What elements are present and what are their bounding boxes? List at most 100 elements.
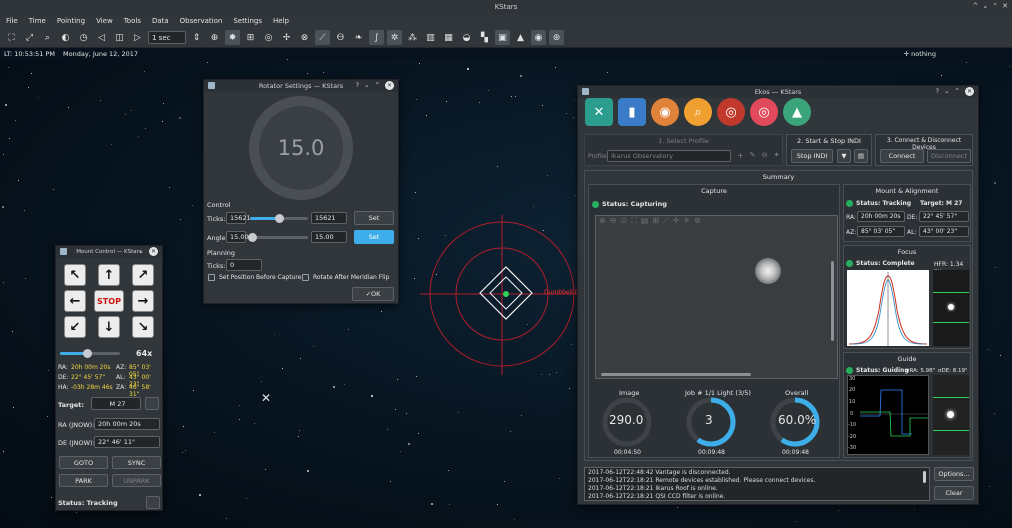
maximize-icon[interactable]: ⌃: [375, 81, 380, 90]
zoom-default-icon[interactable]: ⊙: [620, 216, 627, 228]
ground-icon[interactable]: ⁂: [405, 30, 420, 45]
move-w-button[interactable]: ←: [64, 290, 86, 312]
time-back-icon[interactable]: ◁: [94, 30, 109, 45]
stop-indi-button[interactable]: Stop INDI: [791, 149, 833, 163]
set-before-capture-checkbox[interactable]: [208, 274, 215, 281]
zoom-out-icon[interactable]: ⊖: [610, 216, 617, 228]
setup-tab-icon[interactable]: ✕: [585, 98, 613, 126]
ok-button[interactable]: ✓ OK: [352, 287, 394, 301]
minimize-icon[interactable]: ⌄: [139, 247, 144, 256]
focus-tab-icon[interactable]: ⌕: [684, 98, 712, 126]
image-scrollbar-v[interactable]: [831, 261, 834, 341]
mount-status-button[interactable]: [146, 496, 160, 509]
move-e-button[interactable]: →: [132, 290, 154, 312]
constellation-names-icon[interactable]: Ꮎ: [333, 30, 348, 45]
ekos-icon[interactable]: ▣: [495, 30, 510, 45]
scope-icon[interactable]: ⊕: [207, 30, 222, 45]
connect-button[interactable]: Connect: [880, 149, 924, 163]
move-nw-button[interactable]: ↖: [64, 264, 86, 286]
equatorial-grid-icon[interactable]: ∫: [369, 30, 384, 45]
angle-slider[interactable]: [248, 233, 308, 242]
menu-tools[interactable]: Tools: [124, 17, 141, 25]
constellation-bounds-icon[interactable]: ⊗: [297, 30, 312, 45]
ra-jnow-field[interactable]: 20h 00m 20s: [94, 418, 160, 430]
image-scrollbar-h[interactable]: [601, 373, 751, 376]
add-profile-icon[interactable]: +: [735, 149, 746, 161]
move-sw-button[interactable]: ↙: [64, 316, 86, 338]
milky-way-icon[interactable]: ❧: [351, 30, 366, 45]
minimize-icon[interactable]: ⌄: [982, 2, 988, 10]
menu-data[interactable]: Data: [152, 17, 169, 25]
close-icon[interactable]: ✕: [149, 247, 158, 256]
pixel-grid-icon[interactable]: ✳: [683, 216, 690, 228]
profile-combobox[interactable]: Ikarus Observatory: [607, 150, 731, 162]
histogram-icon[interactable]: ▤: [641, 216, 649, 228]
crosshair-icon[interactable]: ✛: [673, 216, 680, 228]
minimize-icon[interactable]: ⌄: [944, 87, 949, 96]
horizon-icon[interactable]: ▦: [441, 30, 456, 45]
supernova-icon[interactable]: ◒: [459, 30, 474, 45]
close-icon[interactable]: ✕: [1002, 2, 1008, 10]
unpark-button[interactable]: UNPARK: [112, 474, 161, 487]
sky-view-icon[interactable]: ◐: [58, 30, 73, 45]
clear-log-button[interactable]: Clear: [934, 486, 974, 500]
menu-settings[interactable]: Settings: [233, 17, 262, 25]
delete-profile-icon[interactable]: ⊖: [759, 149, 770, 161]
telescope-crosshair-icon[interactable]: ⊛: [549, 30, 564, 45]
goto-button[interactable]: GOTO: [59, 456, 108, 469]
guide-tab-icon[interactable]: ◎: [750, 98, 778, 126]
set-angle-button[interactable]: Set: [354, 230, 394, 244]
ticks-slider[interactable]: [250, 214, 308, 223]
ticks-value-field[interactable]: 15621: [226, 212, 251, 224]
menu-pointing[interactable]: Pointing: [57, 17, 85, 25]
angle-value-field[interactable]: 15.00: [226, 231, 249, 243]
ekos-log[interactable]: 2017-06-12T22:48:42 Vantage is disconnec…: [584, 467, 930, 501]
move-s-button[interactable]: ↓: [98, 316, 120, 338]
menu-observation[interactable]: Observation: [180, 17, 223, 25]
keep-above-icon[interactable]: ^: [973, 2, 979, 10]
stars-icon[interactable]: ✸: [225, 30, 240, 45]
menu-view[interactable]: View: [96, 17, 113, 25]
grid-icon[interactable]: ▥: [423, 30, 438, 45]
catalog-icon[interactable]: ▲: [513, 30, 528, 45]
horizontal-grid-icon[interactable]: ✲: [387, 30, 402, 45]
control-panel-button[interactable]: ▼: [837, 149, 851, 163]
set-ticks-button[interactable]: Set: [354, 211, 394, 225]
options-button[interactable]: Options...: [934, 467, 974, 481]
close-icon[interactable]: ✕: [385, 81, 394, 90]
close-icon[interactable]: ✕: [965, 87, 974, 96]
time-pause-icon[interactable]: ◫: [112, 30, 127, 45]
constellation-art-icon[interactable]: ⟋: [315, 30, 330, 45]
help-icon[interactable]: ?: [356, 81, 359, 90]
log-button[interactable]: ▤: [854, 149, 868, 163]
speed-slider[interactable]: [60, 349, 120, 358]
move-ne-button[interactable]: ↗: [132, 264, 154, 286]
disconnect-button[interactable]: Disconnect: [927, 149, 971, 163]
move-se-button[interactable]: ↘: [132, 316, 154, 338]
zoom-region-icon[interactable]: ⤢: [22, 30, 37, 45]
eq-grid-icon[interactable]: ⊛: [694, 216, 701, 228]
mount-tab-icon[interactable]: ▲: [783, 98, 811, 126]
menu-time[interactable]: Time: [29, 17, 46, 25]
target-field[interactable]: M 27: [91, 397, 141, 410]
rotate-after-flip-checkbox[interactable]: [302, 274, 309, 281]
help-icon[interactable]: ?: [936, 87, 939, 96]
de-jnow-field[interactable]: 22° 46' 11": [94, 436, 160, 448]
menu-file[interactable]: File: [6, 17, 18, 25]
solar-system-icon[interactable]: ◎: [261, 30, 276, 45]
minimize-icon[interactable]: ⌄: [364, 81, 369, 90]
sync-button[interactable]: SYNC: [112, 456, 161, 469]
marker-icon[interactable]: ⟋: [663, 216, 669, 228]
angle-slider-handle[interactable]: [248, 233, 258, 242]
find-icon[interactable]: ⌕: [40, 30, 55, 45]
zoom-fit-icon[interactable]: ⛶: [631, 216, 637, 228]
deep-sky-icon[interactable]: ⊞: [243, 30, 258, 45]
stop-button[interactable]: STOP: [94, 290, 124, 312]
maximize-icon[interactable]: ⌃: [992, 2, 998, 10]
log-scrollbar[interactable]: [923, 471, 926, 483]
plan-ticks-spinbox[interactable]: 0: [226, 259, 262, 271]
ticks-slider-handle[interactable]: [275, 214, 284, 223]
menu-help[interactable]: Help: [273, 17, 289, 25]
capture-image-viewer[interactable]: ⊕ ⊖ ⊙ ⛶ ▤ ⊞ ⟋ ✛ ✳ ⊛: [595, 215, 838, 379]
zoom-fit-icon[interactable]: ⛶: [4, 30, 19, 45]
